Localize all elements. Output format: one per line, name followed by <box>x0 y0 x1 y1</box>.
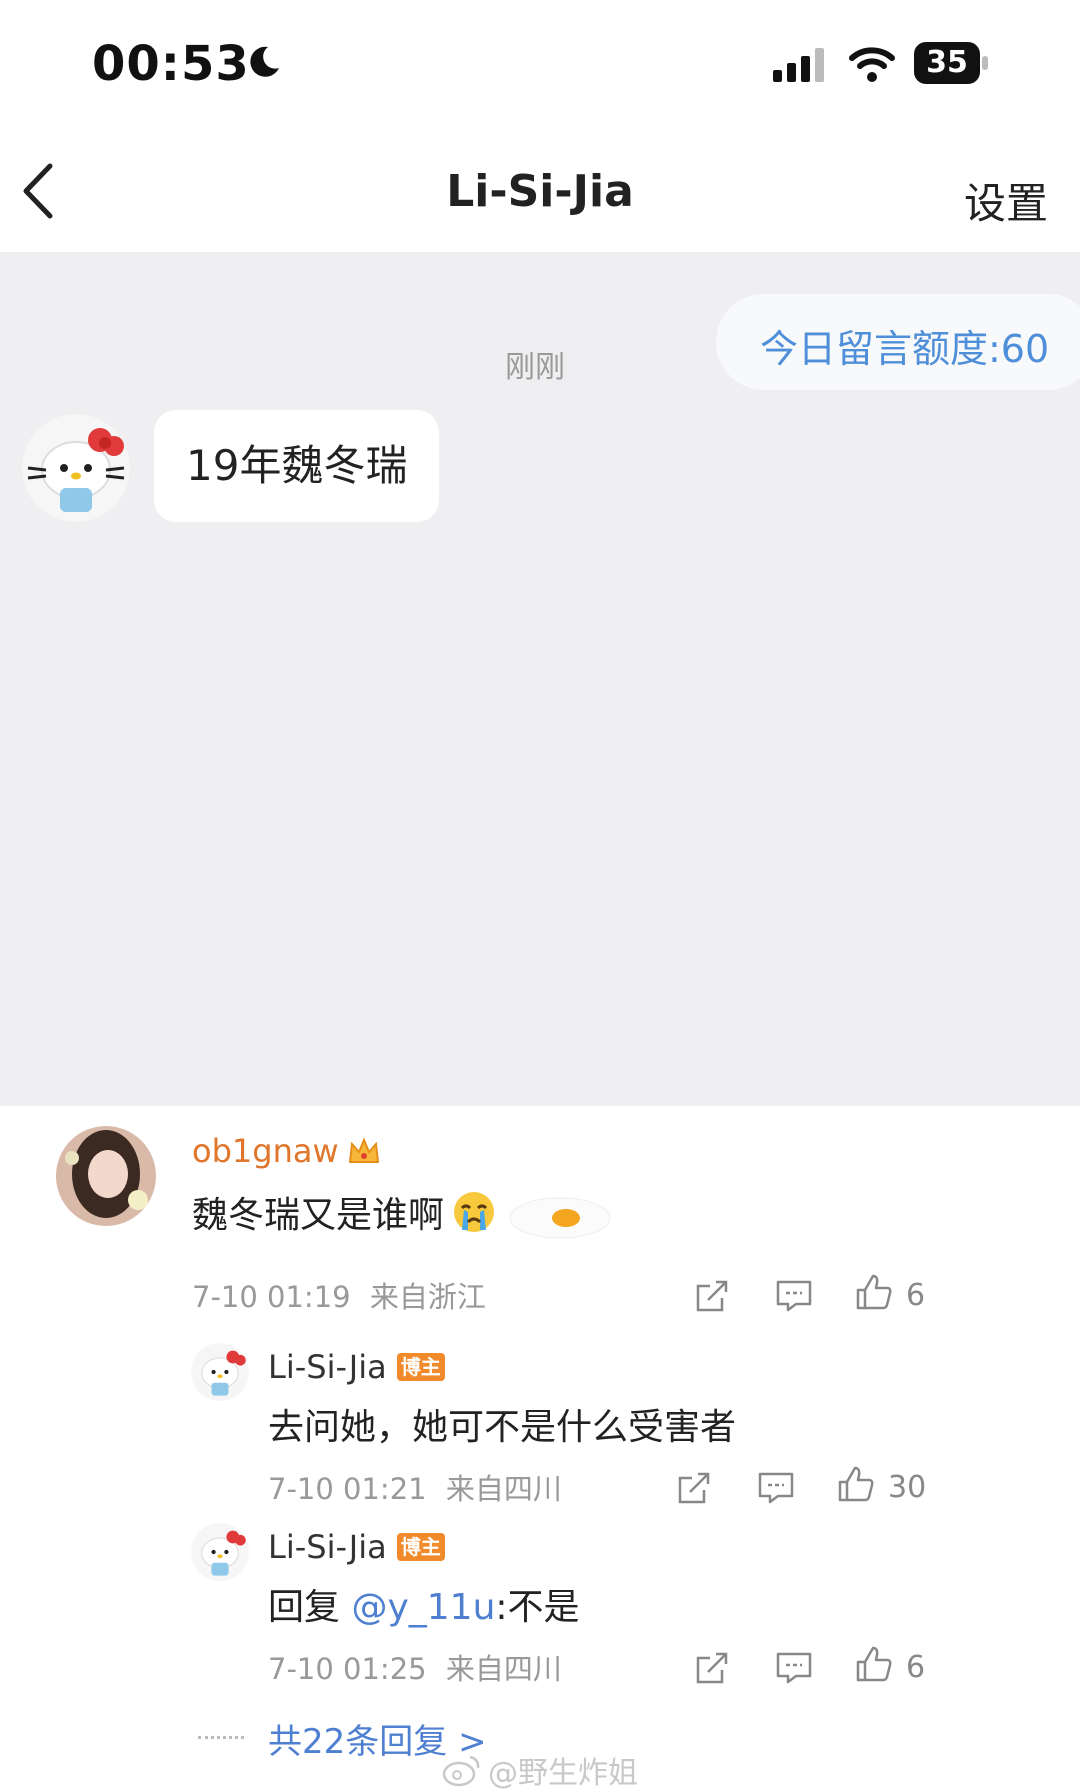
author-badge: 博主 <box>396 1533 445 1561</box>
reply-username[interactable]: Li-Si-Jia <box>268 1348 387 1386</box>
like-count: 6 <box>906 1278 926 1313</box>
signal-icon <box>773 48 824 82</box>
share-icon[interactable] <box>692 1276 732 1316</box>
reply-meta: 7-10 01:21 来自四川 <box>268 1466 562 1508</box>
comment-username[interactable]: ob1gnaw <box>192 1132 339 1170</box>
mention-link[interactable]: @y_11u <box>351 1587 495 1628</box>
battery-level: 35 <box>926 45 968 80</box>
like-icon[interactable] <box>854 1272 894 1312</box>
like-icon[interactable] <box>836 1464 876 1504</box>
like-count: 6 <box>906 1650 926 1685</box>
reply-location: 来自四川 <box>445 1652 562 1686</box>
battery-icon: 35 <box>914 42 990 86</box>
share-icon[interactable] <box>674 1468 714 1508</box>
watermark-text: @野生炸姐 <box>488 1756 638 1791</box>
weibo-logo-icon <box>442 1755 480 1787</box>
crying-emoji-icon <box>454 1192 495 1232</box>
reply-time: 7-10 01:25 <box>268 1652 427 1686</box>
reply-avatar[interactable] <box>190 1522 250 1582</box>
avatar[interactable] <box>20 412 132 524</box>
reply-prefix: 回复 <box>268 1587 352 1628</box>
like-count: 30 <box>888 1470 927 1505</box>
status-time: 00:53 <box>92 36 250 92</box>
comment-icon[interactable] <box>774 1648 814 1688</box>
like-icon[interactable] <box>854 1644 894 1684</box>
reply-meta: 7-10 01:25 来自四川 <box>268 1646 562 1688</box>
chat-message-bubble[interactable]: 19年魏冬瑞 <box>154 410 440 522</box>
reply-location: 来自四川 <box>445 1472 562 1506</box>
share-icon[interactable] <box>692 1648 732 1688</box>
reply-header: Li-Si-Jia 博主 <box>268 1348 445 1386</box>
comment-header: ob1gnaw <box>192 1132 381 1170</box>
reply-username[interactable]: Li-Si-Jia <box>268 1528 387 1566</box>
page-title: Li-Si-Jia <box>446 166 634 217</box>
quota-pill: 今日留言额度:60 <box>716 294 1080 390</box>
comment-body: 魏冬瑞又是谁啊 <box>192 1182 614 1242</box>
quota-label: 今日留言额度:60 <box>760 327 1050 371</box>
divider <box>198 1736 244 1739</box>
comment-section: ob1gnaw 魏冬瑞又是谁啊 7-10 01:19 来自浙江 6 Li-Si-… <box>0 1106 1080 1792</box>
reply-suffix: :不是 <box>495 1587 580 1628</box>
crown-icon <box>348 1137 379 1163</box>
comment-location: 来自浙江 <box>369 1280 486 1314</box>
reply-text: 回复 @y_11u:不是 <box>268 1578 580 1630</box>
reply-time: 7-10 01:21 <box>268 1472 427 1506</box>
settings-button[interactable]: 设置 <box>964 170 1048 231</box>
comment-icon[interactable] <box>756 1468 796 1508</box>
chat-area: 刚刚 今日留言额度:60 19年魏冬瑞 <box>0 252 1080 1106</box>
comment-icon[interactable] <box>774 1276 814 1316</box>
sticker-egg <box>509 1197 611 1239</box>
comment-time: 7-10 01:19 <box>192 1280 351 1314</box>
comment-text: 魏冬瑞又是谁啊 <box>192 1195 445 1236</box>
reply-header: Li-Si-Jia 博主 <box>268 1528 445 1566</box>
author-badge: 博主 <box>396 1353 445 1381</box>
wifi-icon <box>849 47 895 82</box>
reply-text: 去问她，她可不是什么受害者 <box>268 1407 737 1448</box>
comment-meta: 7-10 01:19 来自浙江 <box>192 1274 486 1316</box>
watermark: @野生炸姐 <box>442 1748 638 1792</box>
reply-avatar[interactable] <box>190 1342 250 1402</box>
moon-icon <box>250 46 279 77</box>
commenter-avatar[interactable] <box>56 1126 156 1226</box>
